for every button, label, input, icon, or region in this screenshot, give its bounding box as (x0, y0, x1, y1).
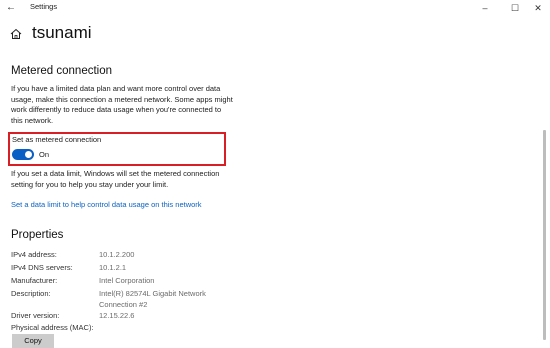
close-button[interactable]: ✕ (528, 0, 548, 16)
description-line: work differently to reduce data usage wh… (11, 105, 222, 114)
property-label: IPv4 address: (11, 250, 57, 259)
home-icon (10, 28, 22, 39)
metered-toggle-label: Set as metered connection (12, 135, 102, 144)
property-label: IPv4 DNS servers: (11, 263, 73, 272)
set-data-limit-link[interactable]: Set a data limit to help control data us… (11, 200, 202, 209)
property-value: 12.15.22.6 (99, 311, 135, 320)
description-line: setting for you to help you stay under y… (11, 179, 169, 189)
metered-connection-toggle[interactable] (12, 149, 34, 160)
toggle-state-text: On (39, 150, 50, 159)
description-line: If you have a limited data plan and want… (11, 84, 221, 93)
property-label: Description: (11, 289, 51, 298)
metered-description: If you have a limited data plan and want… (11, 84, 281, 126)
property-value: 10.1.2.200 (99, 250, 135, 259)
description-line: If you set a data limit, Windows will se… (11, 169, 220, 178)
description-line: usage, make this connection a metered ne… (11, 94, 233, 104)
property-label: Physical address (MAC): (11, 323, 94, 332)
back-arrow-icon[interactable]: ← (4, 1, 18, 15)
page-title: tsunami (32, 23, 92, 42)
toggle-knob (25, 151, 32, 158)
property-label: Driver version: (11, 311, 60, 320)
data-limit-description: If you set a data limit, Windows will se… (11, 169, 281, 190)
title-bar: ← Settings – ☐ ✕ (0, 0, 550, 16)
property-value: 10.1.2.1 (99, 263, 127, 272)
maximize-button[interactable]: ☐ (505, 0, 525, 16)
description-line: this network. (11, 115, 54, 125)
metered-connection-heading: Metered connection (11, 65, 113, 77)
copy-button[interactable]: Copy (12, 334, 54, 348)
minimize-button[interactable]: – (475, 0, 495, 16)
property-value: Intel Corporation (99, 276, 155, 285)
property-label: Manufacturer: (11, 276, 58, 285)
scrollbar[interactable] (543, 130, 546, 340)
property-value: Intel(R) 82574L Gigabit Network Connecti… (99, 289, 206, 309)
properties-heading: Properties (11, 229, 64, 241)
app-title: Settings (30, 2, 58, 11)
